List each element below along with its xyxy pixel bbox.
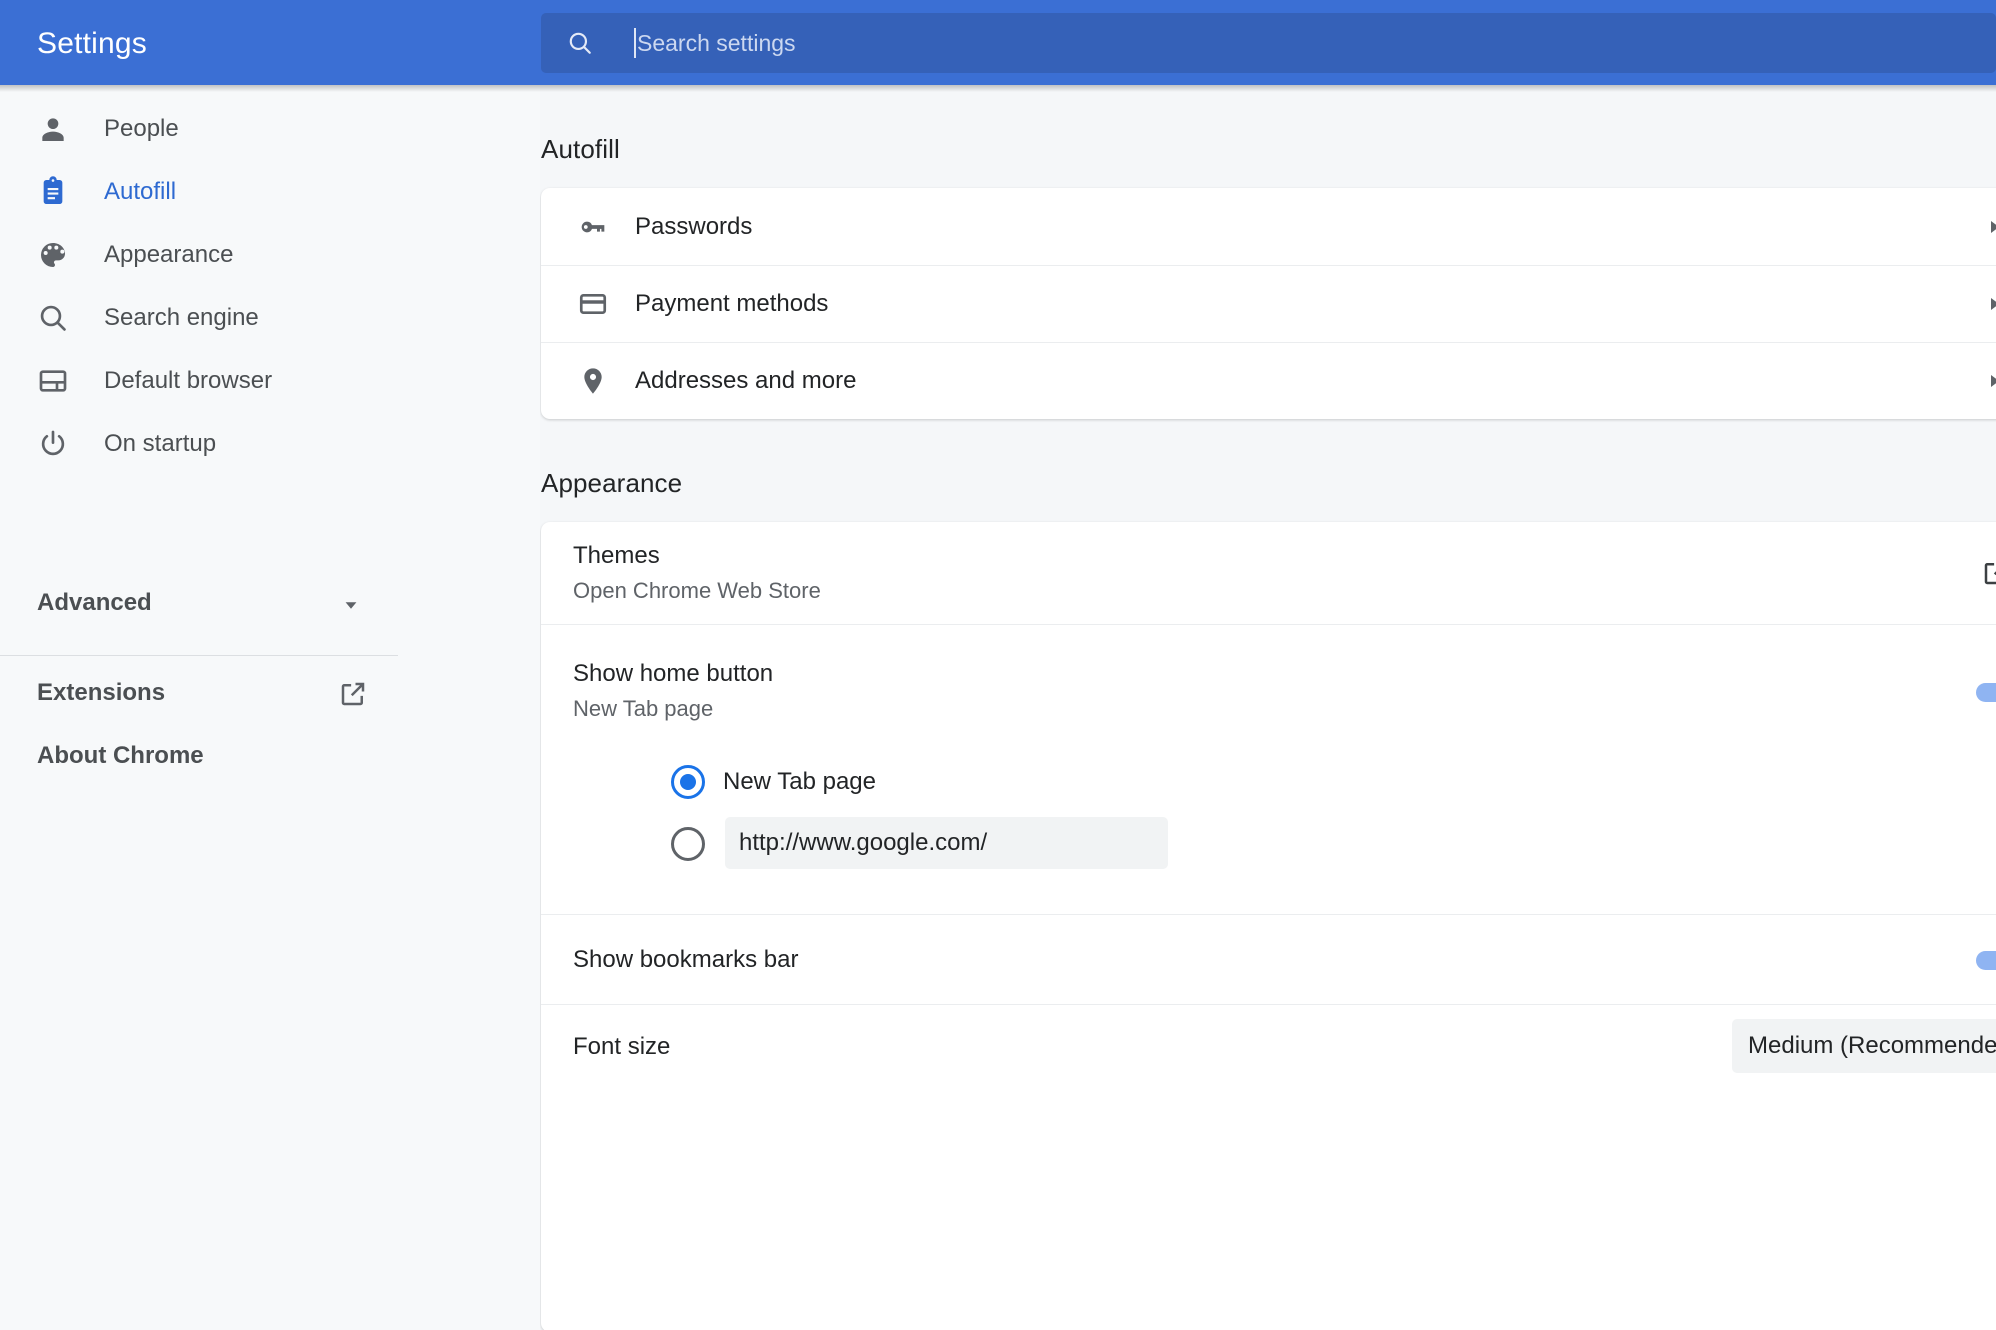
key-icon — [581, 221, 605, 232]
row-addresses-and-more[interactable]: Addresses and more — [541, 342, 1996, 419]
search-icon — [40, 305, 66, 331]
power-icon — [41, 430, 65, 456]
font-size-value: Medium (Recommended) — [1748, 1032, 1996, 1059]
sidebar-item-extensions[interactable]: Extensions — [0, 670, 400, 720]
row-themes[interactable]: Themes Open Chrome Web Store — [541, 522, 1996, 624]
row-label: Payment methods — [635, 290, 829, 317]
page-title: Settings — [37, 27, 147, 60]
row-passwords[interactable]: Passwords — [541, 188, 1996, 265]
chevron-down-icon[interactable] — [338, 592, 364, 618]
row-font-size[interactable]: Font size Medium (Recommended) — [541, 1004, 1996, 1088]
search-input[interactable]: Search settings — [637, 30, 796, 57]
radio-label: New Tab page — [723, 768, 876, 795]
sidebar-item-label: People — [104, 115, 179, 142]
radio-row-new-tab-page[interactable]: New Tab page — [573, 751, 1996, 813]
palette-icon — [41, 243, 65, 267]
sidebar-item-advanced[interactable]: Advanced — [0, 580, 400, 630]
autofill-card: Passwords Payment methods Addresses and … — [541, 188, 1996, 419]
header-shadow — [0, 85, 1996, 92]
sidebar-item-on-startup[interactable]: On startup — [0, 419, 470, 469]
section-title-autofill: Autofill — [541, 134, 620, 164]
row-payment-methods[interactable]: Payment methods — [541, 265, 1996, 342]
sidebar-divider — [0, 655, 398, 656]
row-label: Addresses and more — [635, 367, 857, 394]
sidebar-item-default-browser[interactable]: Default browser — [0, 356, 470, 406]
sidebar-item-appearance[interactable]: Appearance — [0, 230, 470, 280]
show-home-button-label: Show home button — [573, 660, 774, 687]
open-in-new-icon[interactable] — [1981, 558, 1996, 588]
sidebar-item-search-engine[interactable]: Search engine — [0, 293, 470, 343]
sidebar-item-label: Default browser — [104, 367, 273, 394]
credit-card-icon — [579, 294, 607, 314]
clipboard-icon — [43, 176, 63, 204]
row-label: Passwords — [635, 212, 753, 240]
sidebar-item-label: Appearance — [104, 241, 234, 268]
show-bookmarks-bar-label: Show bookmarks bar — [573, 945, 799, 973]
advanced-label: Advanced — [37, 589, 152, 616]
sidebar-item-label: Search engine — [104, 304, 259, 331]
search-settings-box[interactable]: Search settings — [541, 13, 1996, 73]
row-show-bookmarks-bar[interactable]: Show bookmarks bar — [541, 914, 1996, 1004]
sidebar-item-people[interactable]: People — [0, 104, 470, 154]
show-bookmarks-bar-toggle[interactable] — [1976, 945, 1996, 975]
radio-button[interactable] — [671, 765, 705, 799]
search-icon — [569, 32, 591, 54]
themes-sublabel: Open Chrome Web Store — [573, 578, 821, 603]
radio-row-custom-url[interactable]: http://www.google.com/ — [573, 813, 1996, 875]
settings-header: Settings Search settings — [0, 0, 1996, 85]
chevron-right-icon[interactable] — [1985, 369, 1996, 393]
sidebar-item-about-chrome[interactable]: About Chrome — [0, 733, 400, 783]
sidebar-item-autofill[interactable]: Autofill — [0, 167, 470, 217]
chevron-right-icon[interactable] — [1985, 215, 1996, 239]
sidebar-item-label: Autofill — [104, 178, 177, 205]
toggle-track — [1976, 683, 1996, 702]
extensions-label: Extensions — [37, 679, 166, 706]
custom-homepage-url-input[interactable]: http://www.google.com/ — [725, 817, 1168, 869]
font-size-label: Font size — [573, 1032, 671, 1060]
search-text-cursor — [634, 28, 636, 58]
themes-label: Themes — [573, 542, 660, 569]
show-home-button-toggle[interactable] — [1976, 677, 1996, 707]
sidebar: People Autofill Appearance Search engine… — [0, 85, 540, 1330]
section-title-appearance: Appearance — [541, 468, 683, 498]
location-pin-icon — [584, 368, 602, 394]
home-page-radio-group: New Tab page http://www.google.com/ — [573, 737, 1996, 905]
url-value: http://www.google.com/ — [739, 829, 988, 856]
show-home-button-sublabel: New Tab page — [573, 696, 714, 721]
toggle-track — [1976, 951, 1996, 970]
radio-button[interactable] — [671, 827, 705, 861]
person-icon — [42, 118, 64, 141]
browser-window-icon — [39, 370, 67, 392]
sidebar-item-label: On startup — [104, 430, 217, 457]
open-in-new-icon[interactable] — [338, 679, 368, 709]
chevron-right-icon[interactable] — [1985, 292, 1996, 316]
row-show-home-button[interactable]: Show home button New Tab page New Tab pa… — [541, 624, 1996, 914]
main-content: Autofill Passwords Payment methods Addre… — [540, 92, 1996, 1330]
appearance-card: Themes Open Chrome Web Store Show home b… — [541, 522, 1996, 1330]
about-chrome-label: About Chrome — [37, 742, 204, 769]
font-size-select[interactable]: Medium (Recommended) — [1732, 1019, 1996, 1073]
